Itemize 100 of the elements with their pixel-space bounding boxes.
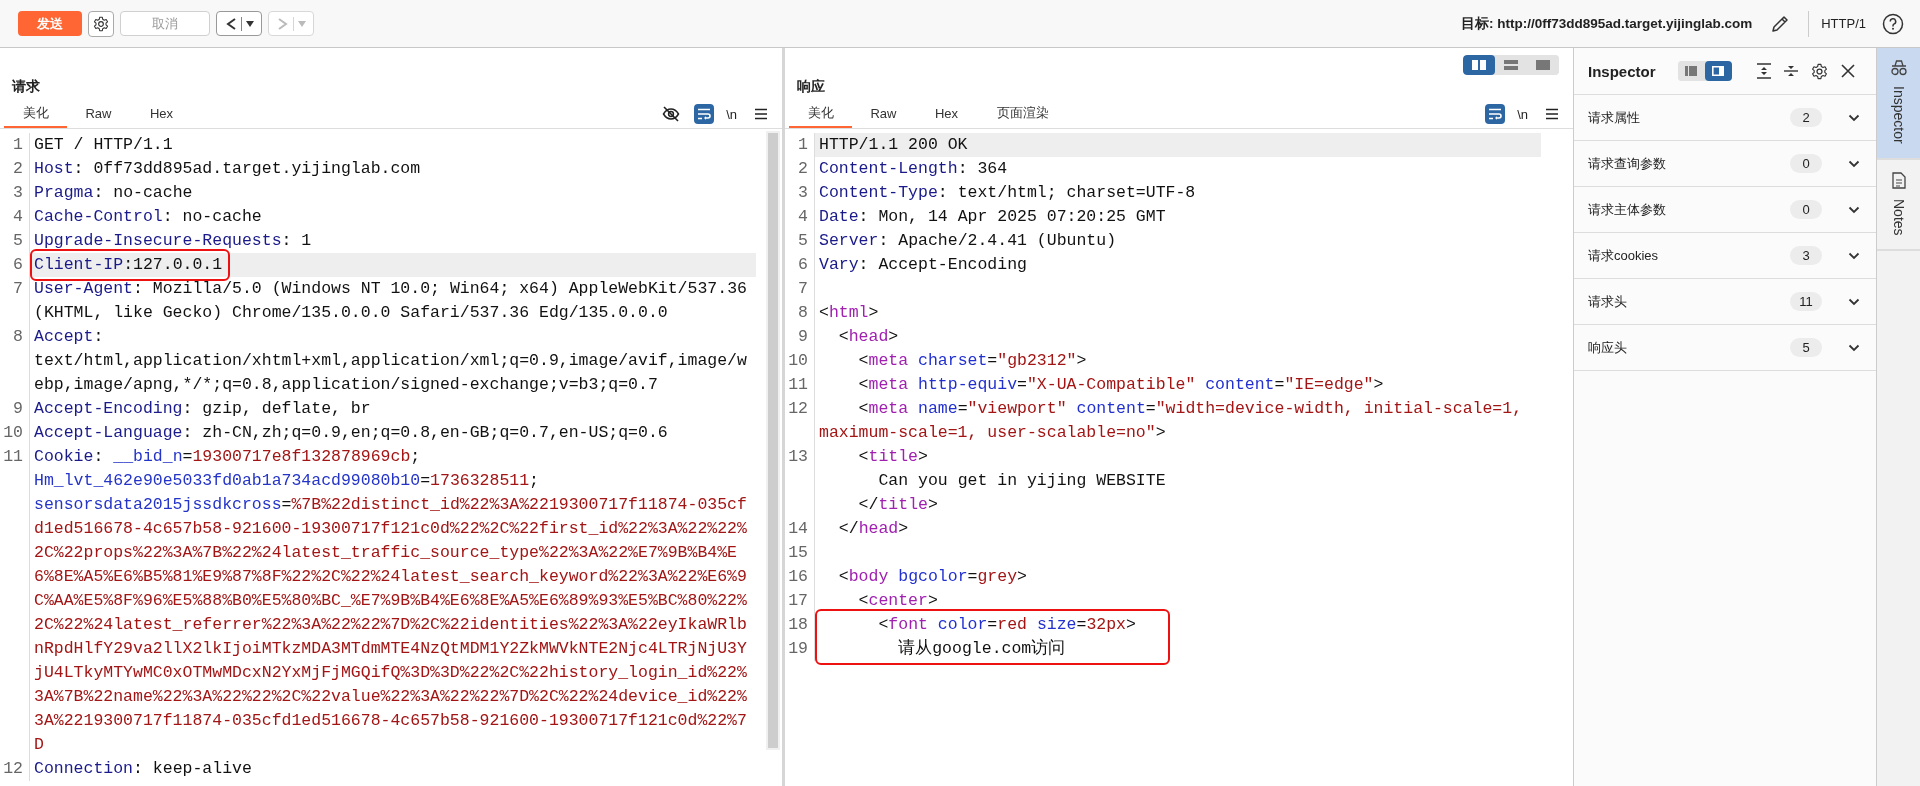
help-icon[interactable] xyxy=(1882,12,1904,35)
rows-icon xyxy=(1504,60,1518,70)
count-badge: 0 xyxy=(1790,154,1822,173)
code-line: <meta name="viewport" content="width=device-width, initial-scale=1, maximum-scale=1, user-scalable=no"> xyxy=(818,398,1524,444)
layout-button[interactable] xyxy=(1463,55,1495,75)
code-line: <title> Can you get in yijing WEBSITE </title> xyxy=(857,446,1167,516)
line-number: 15 xyxy=(785,541,815,565)
line-number: 6 xyxy=(0,253,30,277)
line-number: 3 xyxy=(785,181,815,205)
count-badge: 2 xyxy=(1790,108,1822,127)
menu-icon[interactable] xyxy=(754,108,768,120)
line-number: 17 xyxy=(785,589,815,613)
line-number: 12 xyxy=(785,397,815,445)
line-number: 10 xyxy=(785,349,815,373)
columns-icon xyxy=(1472,60,1486,70)
expand-icon[interactable] xyxy=(1756,63,1771,79)
scrollbar[interactable] xyxy=(766,131,780,750)
settings-icon xyxy=(93,15,109,32)
line-number: 7 xyxy=(785,277,815,301)
settings-button[interactable] xyxy=(88,10,114,37)
line-number: 19 xyxy=(785,637,815,661)
code-line: GET / HTTP/1.1 xyxy=(33,134,174,156)
code-line: <head> xyxy=(837,326,900,348)
chevron-down-icon xyxy=(1848,343,1860,352)
line-number: 5 xyxy=(785,229,815,253)
chevron-down-icon xyxy=(1848,159,1860,168)
line-number: 11 xyxy=(785,373,815,397)
view-tab[interactable]: Hex xyxy=(130,100,193,128)
code-line: Vary: Accept-Encoding xyxy=(818,254,1028,276)
line-number: 10 xyxy=(0,421,30,445)
chevron-down-icon xyxy=(1848,205,1860,214)
newline-toggle[interactable]: \n xyxy=(724,106,739,122)
code-line: Accept-Language: zh-CN,zh;q=0.9,en;q=0.8,en-GB;q=0.7,en-US;q=0.6 xyxy=(33,422,669,444)
code-line: Host: 0ff73dd895ad.target.yijinglab.com xyxy=(33,158,422,180)
line-number: 18 xyxy=(785,613,815,637)
inspector-title: Inspector xyxy=(1588,62,1656,80)
chevron-down-icon xyxy=(1848,297,1860,306)
close-icon[interactable] xyxy=(1840,64,1855,78)
code-line: </head> xyxy=(837,518,910,540)
line-number: 11 xyxy=(0,445,30,757)
line-number: 14 xyxy=(785,517,815,541)
caret-icon xyxy=(245,20,254,27)
menu-icon[interactable] xyxy=(1545,108,1559,120)
settings-icon[interactable] xyxy=(1810,62,1828,80)
view-tab[interactable]: Raw xyxy=(67,100,130,128)
code-line: <meta charset="gb2312"> xyxy=(857,350,1088,372)
view-tab[interactable]: Raw xyxy=(852,100,915,128)
newline-toggle[interactable]: \n xyxy=(1515,106,1530,122)
right-panel-icon xyxy=(1712,66,1724,76)
code-line: Connection: keep-alive xyxy=(33,758,253,780)
code-line: Server: Apache/2.4.41 (Ubuntu) xyxy=(818,230,1118,252)
line-number: 4 xyxy=(0,205,30,229)
code-line: Accept: text/html,application/xhtml+xml,application/xml;q=0.9,image/avif,image/webp,image/apng,*/*;q=0.8,application/signed-exchange;v=b3;q=0.7 xyxy=(33,326,748,396)
code-line: <center> xyxy=(857,590,939,612)
line-number: 9 xyxy=(785,325,815,349)
protocol-label[interactable]: HTTP/1 xyxy=(1821,16,1866,31)
view-tab[interactable]: 美化 xyxy=(4,100,67,128)
code-line: <meta http-equiv="X-UA-Compatible" content="IE=edge"> xyxy=(857,374,1385,396)
line-number: 2 xyxy=(785,157,815,181)
panel-title: 请求 xyxy=(11,77,41,96)
line-number: 5 xyxy=(0,229,30,253)
line-number: 7 xyxy=(0,277,30,325)
view-tab[interactable]: 美化 xyxy=(789,100,852,128)
collapse-icon[interactable] xyxy=(1783,63,1798,79)
code-line: <body bgcolor=grey> xyxy=(837,566,1028,588)
count-badge: 11 xyxy=(1790,292,1822,311)
view-tab[interactable]: 页面渲染 xyxy=(978,100,1068,128)
line-number: 4 xyxy=(785,205,815,229)
code-line: <font color=red size=32px> xyxy=(877,614,1136,636)
line-number: 6 xyxy=(785,253,815,277)
line-number: 1 xyxy=(0,133,30,157)
line-number: 9 xyxy=(0,397,30,421)
wrap-button[interactable] xyxy=(1485,104,1506,124)
code-line: Date: Mon, 14 Apr 2025 07:20:25 GMT xyxy=(818,206,1167,228)
panel-title: 响应 xyxy=(796,77,826,96)
edit-icon[interactable] xyxy=(1770,13,1791,34)
eye-slash-icon[interactable] xyxy=(662,105,681,123)
left-panel-icon xyxy=(1685,66,1697,76)
side-tab[interactable]: Inspector xyxy=(1877,48,1920,160)
code-line: Content-Type: text/html; charset=UTF-8 xyxy=(818,182,1197,204)
code-line: Cookie: __bid_n=19300717e8f132878969cb; Hm_lvt_462e90e5033fd0ab1a734acd99080b10=1736328511; sensorsdata2015jssdkcross=%7B%22distinct_id%22%3A%2219300717f11874-035cfd1ed516678-4c657b58-921600-19300717f121c0d%22%2C%22first_id%22%3A%22%22%2C%22props%22%3A%7B%22%24latest_traffic_source_type%22%3A%22%E7%9B%B4%E6%8E%A5%E6%B5%81%E9%87%8F%22%2C%22%24latest_search_keyword%22%3A%22%E6%9C%AA%E5%8F%96%E5%88%B0%E5%80%BC_%E7%9B%B4%E6%8E%A5%E6%89%93%E5%BC%80%22%2C%22%24latest_referrer%22%3A%22%22%7D%2C%22identities%22%3A%22eyIkaWRlbnRpdHlfY29va2llX2lkIjoiMTkzMDA3MTdmMTE4NzQtMDM1Y2ZkMWVkNTE2Njc4LTRjNjU3YjU4LTkyMTYwMC0xOTMwMDcxN2YxMjFjMGQifQ%3D%3D%22%2C%22history_login_id%22%3A%7B%22name%22%3A%22%22%2C%22value%22%3A%22%22%7D%2C%22%24device_id%22%3A%2219300717f11874-035cfd1ed516678-4c657b58-921600-19300717f121c0d%22%7D xyxy=(33,446,748,756)
line-number: 3 xyxy=(0,181,30,205)
code-line: Upgrade-Insecure-Requests: 1 xyxy=(33,230,313,252)
line-number: 16 xyxy=(785,565,815,589)
code-line: Pragma: no-cache xyxy=(33,182,194,204)
line-number: 8 xyxy=(0,325,30,397)
chevron-down-icon xyxy=(1848,113,1860,122)
chevron-right-icon xyxy=(276,16,289,31)
code-line: Accept-Encoding: gzip, deflate, br xyxy=(33,398,372,420)
count-badge: 0 xyxy=(1790,200,1822,219)
view-tab[interactable]: Hex xyxy=(915,100,978,128)
count-badge: 5 xyxy=(1790,338,1822,357)
layout-button[interactable] xyxy=(1704,61,1732,81)
caret-icon xyxy=(297,20,306,27)
back-button[interactable] xyxy=(216,11,262,36)
count-badge: 3 xyxy=(1790,246,1822,265)
line-number: 8 xyxy=(785,301,815,325)
wrap-button[interactable] xyxy=(694,104,715,124)
code-line: Cache-Control: no-cache xyxy=(33,206,263,228)
code-line: Client-IP:127.0.0.1 xyxy=(34,254,223,276)
